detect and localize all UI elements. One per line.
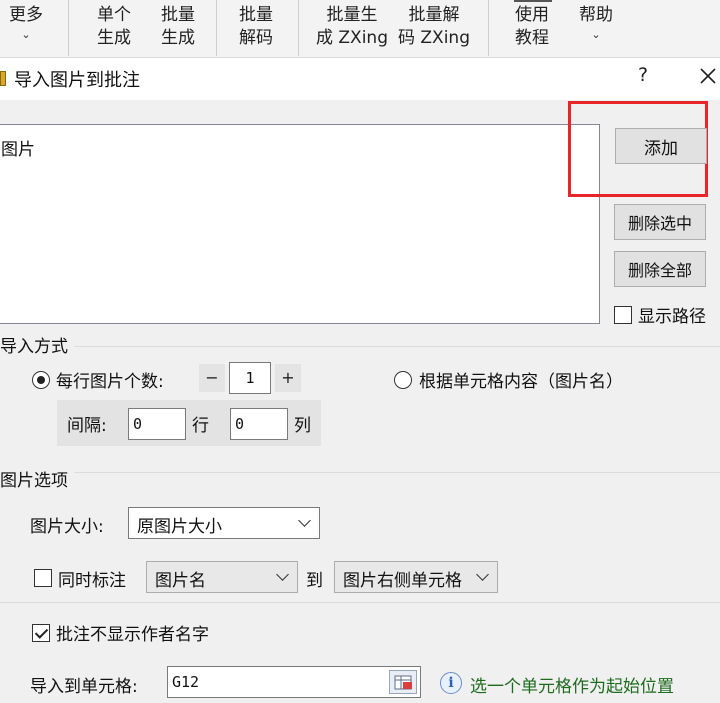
batch-generate-zxing-button[interactable]: 批量生 成 ZXing [312,4,392,50]
ribbon-separator [68,0,69,56]
batch-decode-zxing-button[interactable]: 批量解 码 ZXing [394,4,474,50]
single-generate-button[interactable]: 单个 生成 [88,4,140,50]
batch-dec-zxing-line2: 码 ZXing [398,28,470,48]
hide-author-label: 批注不显示作者名字 [56,625,209,645]
delete-selected-button[interactable]: 删除选中 [614,204,706,240]
ribbon-separator [216,0,217,56]
image-list[interactable]: 图片 [0,124,600,324]
image-size-label: 图片大小: [30,517,104,537]
by-cell-content-radio[interactable] [394,371,412,389]
batch-decode-line2: 解码 [239,28,273,48]
row-unit-label: 行 [192,416,209,436]
annotate-target-value: 图片右侧单元格 [343,571,462,591]
section-divider [0,602,720,603]
import-mode-title: 导入方式 [0,332,74,357]
import-images-dialog: 导入图片到批注 ? 图片 添加 删除选中 删除全部 显示路径 导入方式 每行图片… [0,58,720,703]
import-to-cell-label: 导入到单元格: [30,677,138,697]
tutorial-line2: 教程 [515,28,549,48]
annotate-source-select[interactable]: 图片名 [146,561,298,593]
batch-generate-button[interactable]: 批量 生成 [152,4,204,50]
section-divider [0,346,720,347]
per-row-count-input[interactable]: 1 [229,362,271,394]
help-menu-label: 帮助 [579,5,613,25]
tutorial-line1: 使用 [515,5,549,25]
annotate-label: 同时标注 [58,571,126,591]
close-icon[interactable] [696,62,720,90]
batch-gen-zxing-line2: 成 ZXing [316,28,388,48]
image-list-header: 图片 [1,140,35,160]
chevron-down-icon: ⌄ [591,28,601,41]
batch-generate-line1: 批量 [161,5,195,25]
show-path-label: 显示路径 [638,307,706,327]
to-label: 到 [306,571,323,591]
column-unit-label: 列 [294,416,311,436]
row-spacing-input[interactable]: 0 [128,408,186,440]
hide-author-checkbox[interactable] [32,624,50,642]
chevron-down-icon [476,568,489,581]
increment-button[interactable]: + [275,364,301,392]
ribbon-toolbar: 更多 ⌄ 单个 生成 批量 生成 批量 解码 批量生 成 ZXing 批量解 码… [0,0,720,58]
add-button[interactable]: 添加 [615,128,707,164]
help-menu-button[interactable]: 帮助 ⌄ [572,4,620,43]
ribbon-separator [488,0,489,56]
batch-gen-zxing-line1: 批量生 [326,5,378,25]
app-icon [0,71,6,86]
batch-decode-button[interactable]: 批量 解码 [230,4,282,50]
batch-dec-zxing-line1: 批量解 [408,5,460,25]
tutorial-icon-edge [514,0,552,2]
section-divider [0,472,720,473]
more-button[interactable]: 更多 ⌄ [0,4,52,43]
annotate-checkbox[interactable] [34,569,52,587]
per-row-radio[interactable] [32,371,50,389]
decrement-button[interactable]: − [199,364,225,392]
column-spacing-input[interactable]: 0 [230,408,288,440]
dialog-titlebar: 导入图片到批注 ? [0,58,720,100]
by-cell-content-label: 根据单元格内容（图片名） [419,372,623,392]
help-icon[interactable]: ? [632,64,654,86]
start-cell-value: G12 [172,673,200,691]
image-options-title: 图片选项 [0,466,74,491]
more-label: 更多 [9,5,43,25]
chevron-down-icon: ⌄ [21,28,31,41]
annotate-source-value: 图片名 [155,571,206,591]
batch-generate-line2: 生成 [161,28,195,48]
spacing-label: 间隔: [67,416,107,436]
info-icon: i [440,672,462,694]
dialog-title: 导入图片到批注 [14,70,140,91]
single-generate-line2: 生成 [97,28,131,48]
chevron-down-icon [276,568,289,581]
per-row-label: 每行图片个数: [56,372,164,392]
chevron-down-icon [298,514,311,527]
ribbon-separator [298,0,299,56]
start-cell-hint: 选一个单元格作为起始位置 [470,677,674,697]
delete-all-button[interactable]: 删除全部 [614,251,706,287]
image-size-select[interactable]: 原图片大小 [128,507,320,539]
start-cell-input[interactable]: G12 [167,666,421,698]
cell-picker-icon[interactable] [389,670,417,694]
batch-decode-line1: 批量 [239,5,273,25]
tutorial-button[interactable]: 使用 教程 [506,4,558,50]
single-generate-line1: 单个 [97,5,131,25]
show-path-checkbox[interactable] [614,306,632,324]
annotate-target-select[interactable]: 图片右侧单元格 [334,561,498,593]
image-size-value: 原图片大小 [137,517,222,537]
